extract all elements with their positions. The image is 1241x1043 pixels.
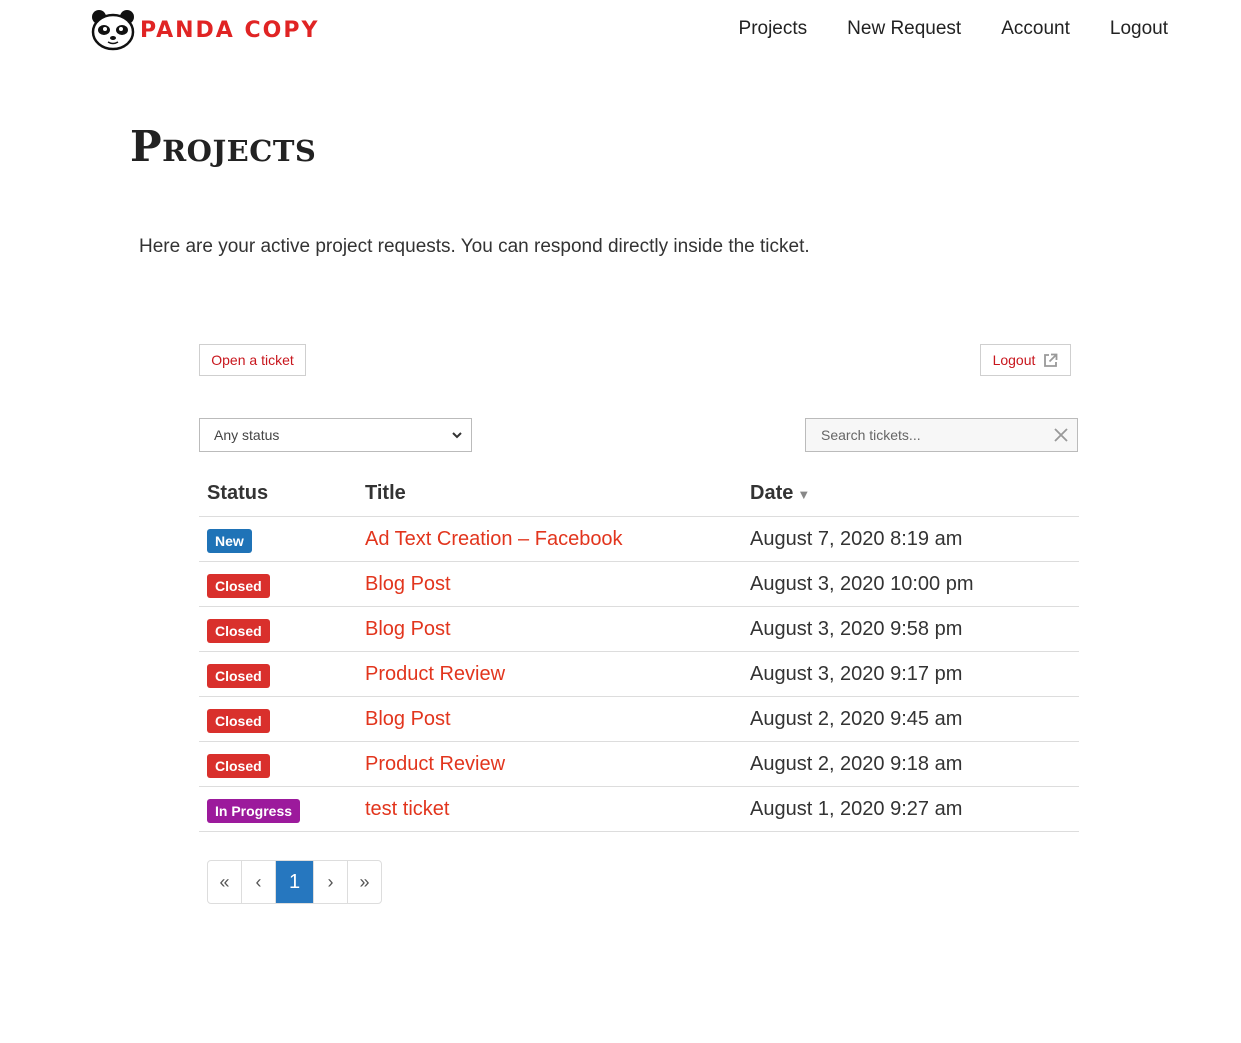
pagination-current-page[interactable]: 1 (276, 861, 314, 903)
brand-name: PANDA COPY (140, 17, 320, 43)
search-box (805, 418, 1078, 452)
pagination-next-button[interactable]: › (314, 861, 348, 903)
ticket-title-link[interactable]: test ticket (365, 798, 449, 820)
tickets-table: Status Title Date ▼ New Ad Text Creation … (199, 470, 1079, 832)
table-row: Closed Blog Post August 3, 2020 10:00 pm (199, 561, 1079, 607)
header-title[interactable]: Title (365, 470, 750, 517)
close-icon[interactable] (1053, 427, 1069, 443)
table-row: In Progress test ticket August 1, 2020 9… (199, 786, 1079, 832)
ticket-date: August 3, 2020 10:00 pm (750, 561, 1079, 607)
status-badge: New (207, 529, 252, 553)
ticket-date: August 3, 2020 9:58 pm (750, 606, 1079, 652)
logout-label: Logout (992, 352, 1036, 368)
open-ticket-button[interactable]: Open a ticket (199, 344, 306, 376)
site-header: PANDA COPY Projects New Request Account … (0, 0, 1241, 60)
ticket-date: August 2, 2020 9:18 am (750, 741, 1079, 787)
table-row: Closed Blog Post August 3, 2020 9:58 pm (199, 606, 1079, 652)
header-date[interactable]: Date ▼ (750, 470, 1079, 517)
chevron-down-icon (452, 432, 462, 439)
status-badge: Closed (207, 664, 270, 688)
ticket-title-link[interactable]: Blog Post (365, 573, 451, 595)
ticket-date: August 3, 2020 9:17 pm (750, 651, 1079, 697)
site-logo[interactable]: PANDA COPY (90, 9, 319, 51)
nav-projects[interactable]: Projects (739, 18, 808, 40)
search-input[interactable] (806, 419, 1036, 451)
ticket-date: August 1, 2020 9:27 am (750, 786, 1079, 832)
pagination-prev-button[interactable]: ‹ (242, 861, 276, 903)
ticket-title-link[interactable]: Ad Text Creation – Facebook (365, 528, 623, 550)
external-link-icon (1044, 353, 1058, 367)
ticket-title-link[interactable]: Product Review (365, 753, 505, 775)
status-badge: Closed (207, 574, 270, 598)
main-nav: Projects New Request Account Logout (739, 18, 1168, 40)
page-title: Projects (130, 122, 317, 171)
ticket-title-link[interactable]: Blog Post (365, 708, 451, 730)
ticket-date: August 2, 2020 9:45 am (750, 696, 1079, 742)
ticket-date: August 7, 2020 8:19 am (750, 516, 1079, 562)
logout-button[interactable]: Logout (980, 344, 1071, 376)
status-badge: In Progress (207, 799, 301, 823)
page-intro: Here are your active project requests. Y… (139, 236, 810, 257)
table-header-row: Status Title Date ▼ (199, 470, 1079, 517)
table-row: Closed Product Review August 2, 2020 9:1… (199, 741, 1079, 787)
status-badge: Closed (207, 619, 270, 643)
panda-icon (91, 10, 135, 51)
pagination-first-button[interactable]: « (208, 861, 242, 903)
ticket-title-link[interactable]: Blog Post (365, 618, 451, 640)
status-badge: Closed (207, 754, 270, 778)
header-date-label: Date (750, 481, 794, 504)
table-row: New Ad Text Creation – Facebook August 7… (199, 516, 1079, 562)
status-badge: Closed (207, 709, 270, 733)
nav-logout[interactable]: Logout (1110, 18, 1168, 40)
pagination: « ‹ 1 › » (207, 860, 382, 904)
status-filter-select[interactable]: Any status (199, 418, 472, 452)
header-status[interactable]: Status (199, 470, 365, 517)
table-row: Closed Product Review August 3, 2020 9:1… (199, 651, 1079, 697)
table-row: Closed Blog Post August 2, 2020 9:45 am (199, 696, 1079, 742)
status-filter-value: Any status (214, 427, 280, 443)
sort-down-icon: ▼ (797, 486, 811, 502)
nav-account[interactable]: Account (1001, 18, 1070, 40)
pagination-last-button[interactable]: » (348, 861, 381, 903)
nav-new-request[interactable]: New Request (847, 18, 961, 40)
open-ticket-label: Open a ticket (211, 352, 294, 368)
ticket-title-link[interactable]: Product Review (365, 663, 505, 685)
